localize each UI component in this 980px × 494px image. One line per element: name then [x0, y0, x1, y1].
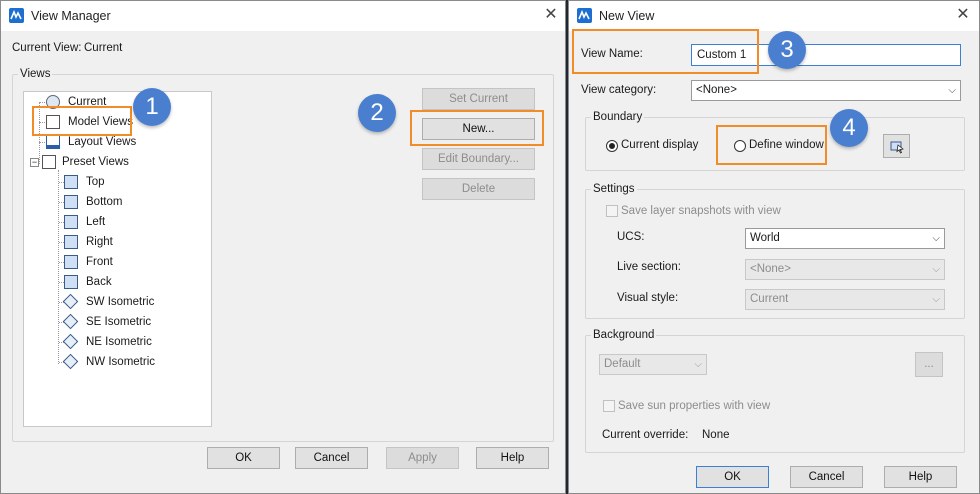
- tree-item-preset[interactable]: NW Isometric: [59, 353, 204, 371]
- chevron-down-icon: ⌵: [932, 264, 940, 275]
- chevron-down-icon: ⌵: [948, 85, 956, 96]
- live-section-label: Live section:: [617, 261, 681, 273]
- ucs-value: World: [750, 232, 780, 244]
- tree-item-preset[interactable]: Right: [59, 233, 204, 251]
- front-view-icon: [64, 255, 78, 269]
- view-category-select[interactable]: <None> ⌵: [691, 80, 961, 101]
- callout-1: 1: [133, 88, 171, 126]
- window-title: New View: [599, 9, 655, 23]
- tree-item-preset[interactable]: Front: [59, 253, 204, 271]
- boundary-group-label: Boundary: [591, 111, 645, 123]
- new-view-titlebar: New View ✕: [569, 1, 979, 31]
- visual-style-label: Visual style:: [617, 292, 679, 304]
- new-view-dialog: New View ✕ View Name: Custom 1 View cate…: [568, 0, 980, 494]
- current-display-radio[interactable]: [606, 140, 618, 152]
- save-sun-checkbox[interactable]: [603, 400, 615, 412]
- window-select-icon: [890, 141, 904, 154]
- app-icon: [577, 8, 592, 23]
- tree-item-preset[interactable]: SE Isometric: [59, 313, 204, 331]
- live-section-select[interactable]: <None> ⌵: [745, 259, 945, 280]
- highlight-new-button: [410, 110, 544, 146]
- help-button[interactable]: Help: [884, 466, 957, 488]
- highlight-view-name: [572, 29, 759, 74]
- chevron-down-icon: ⌵: [932, 294, 940, 305]
- tree-item-preset[interactable]: SW Isometric: [59, 293, 204, 311]
- callout-3: 3: [768, 31, 806, 69]
- current-view-value: Current: [84, 42, 123, 54]
- save-sun-label: Save sun properties with view: [618, 400, 771, 412]
- highlight-model-views: [32, 106, 132, 136]
- background-value: Default: [604, 358, 641, 370]
- tree-item-preset-views[interactable]: − Preset Views: [30, 153, 200, 171]
- tree-item-preset[interactable]: Bottom: [59, 193, 204, 211]
- background-ellipsis-button[interactable]: ...: [915, 352, 943, 377]
- view-category-label: View category:: [581, 84, 657, 96]
- view-manager-dialog: View Manager ✕ Current View: Current Vie…: [0, 0, 566, 494]
- preset-views-icon: [42, 155, 56, 169]
- bottom-view-icon: [64, 195, 78, 209]
- tree-item-preset[interactable]: Top: [59, 173, 204, 191]
- edit-boundary-button[interactable]: Edit Boundary...: [422, 148, 535, 170]
- right-view-icon: [64, 235, 78, 249]
- ucs-select[interactable]: World ⌵: [745, 228, 945, 249]
- isometric-view-icon: [62, 293, 79, 310]
- window-title: View Manager: [31, 9, 111, 23]
- ok-button[interactable]: OK: [696, 466, 769, 488]
- chevron-down-icon: ⌵: [932, 233, 940, 244]
- tree-item-preset[interactable]: Back: [59, 273, 204, 291]
- close-icon[interactable]: ✕: [542, 6, 560, 24]
- set-current-button[interactable]: Set Current: [422, 88, 535, 110]
- isometric-view-icon: [62, 353, 79, 370]
- view-manager-titlebar: View Manager ✕: [1, 1, 565, 31]
- save-layer-snapshots-label: Save layer snapshots with view: [621, 205, 781, 217]
- define-window-pick-button[interactable]: [883, 134, 910, 158]
- app-icon: [9, 8, 24, 23]
- ok-button[interactable]: OK: [207, 447, 280, 469]
- isometric-view-icon: [62, 333, 79, 350]
- cancel-button[interactable]: Cancel: [295, 447, 368, 469]
- help-button[interactable]: Help: [476, 447, 549, 469]
- isometric-view-icon: [62, 313, 79, 330]
- view-category-value: <None>: [696, 84, 737, 96]
- ucs-label: UCS:: [617, 231, 645, 243]
- visual-style-select[interactable]: Current ⌵: [745, 289, 945, 310]
- top-view-icon: [64, 175, 78, 189]
- views-group-label: Views: [18, 68, 53, 80]
- tree-item-preset[interactable]: Left: [59, 213, 204, 231]
- callout-4: 4: [830, 109, 868, 147]
- background-group-label: Background: [591, 329, 657, 341]
- apply-button[interactable]: Apply: [386, 447, 459, 469]
- visual-style-value: Current: [750, 293, 789, 305]
- current-override-label: Current override:: [602, 429, 689, 441]
- chevron-down-icon: ⌵: [694, 359, 702, 370]
- save-layer-snapshots-checkbox[interactable]: [606, 205, 618, 217]
- settings-group-label: Settings: [591, 183, 637, 195]
- background-select[interactable]: Default ⌵: [599, 354, 707, 375]
- tree-item-preset[interactable]: NE Isometric: [59, 333, 204, 351]
- close-icon[interactable]: ✕: [954, 6, 972, 24]
- views-tree[interactable]: Current Model Views Layout Views − Prese…: [23, 91, 212, 427]
- collapse-icon: −: [30, 157, 39, 167]
- current-override-value: None: [702, 429, 730, 441]
- cancel-button[interactable]: Cancel: [790, 466, 863, 488]
- left-view-icon: [64, 215, 78, 229]
- back-view-icon: [64, 275, 78, 289]
- callout-2: 2: [358, 94, 396, 132]
- tree-connector: [58, 170, 59, 364]
- live-section-value: <None>: [750, 263, 791, 275]
- highlight-define-window: [716, 125, 827, 165]
- current-view-label: Current View:: [12, 42, 82, 54]
- delete-button[interactable]: Delete: [422, 178, 535, 200]
- current-display-label: Current display: [621, 139, 699, 151]
- layout-views-icon: [46, 135, 60, 149]
